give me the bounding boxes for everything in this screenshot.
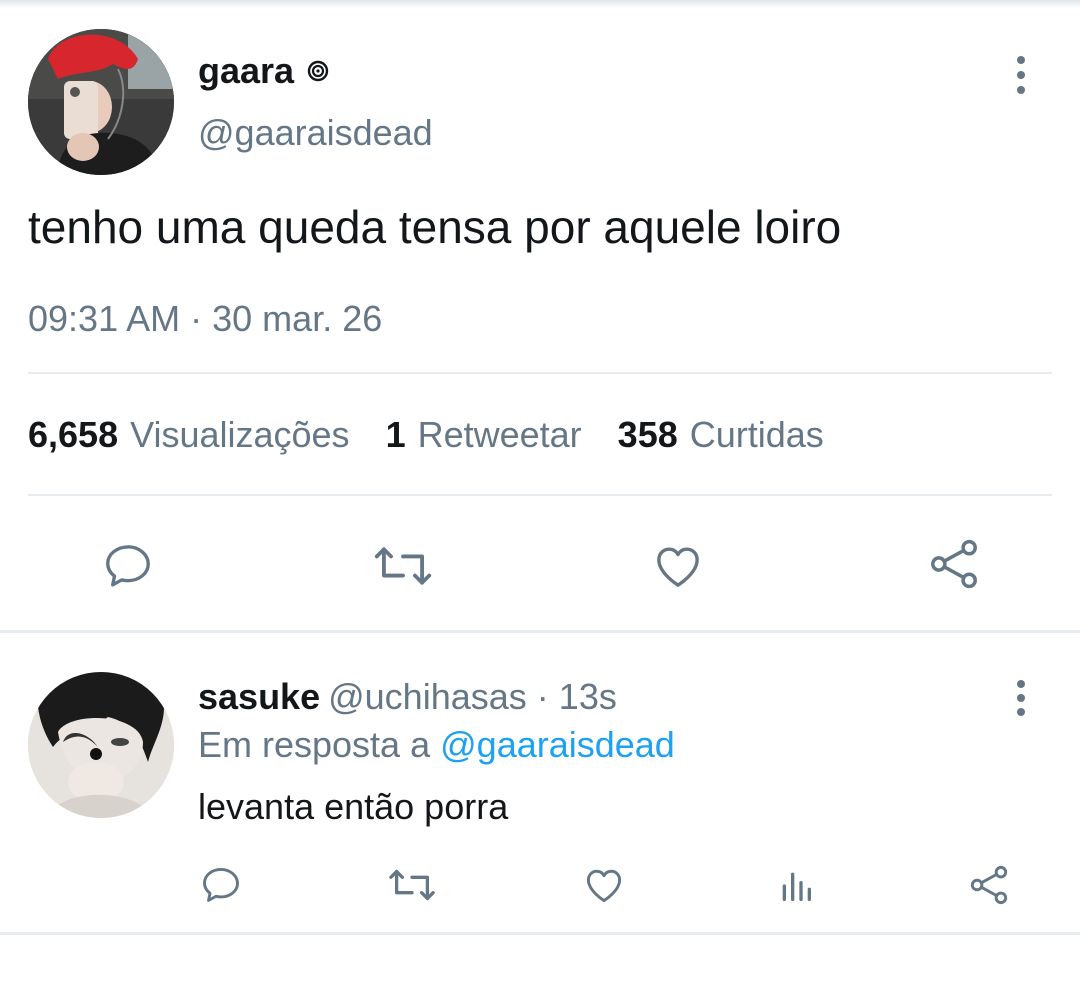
like-icon xyxy=(586,869,622,903)
likes-count: 358 xyxy=(617,414,678,455)
analytics-icon xyxy=(782,872,811,901)
share-icon xyxy=(931,539,977,589)
share-icon xyxy=(970,865,1008,905)
spiral-icon xyxy=(307,60,329,82)
retweets-stat[interactable]: 1 Retweetar xyxy=(386,414,582,456)
retweets-count: 1 xyxy=(385,414,406,455)
tweet-meta: 09:31 AM · 30 mar. 26 xyxy=(28,298,382,340)
retweet-icon xyxy=(374,547,432,585)
author-row: gaara xyxy=(198,50,330,92)
reply-avatar[interactable] xyxy=(28,672,174,818)
tweet-time: 09:31 AM xyxy=(28,298,181,339)
reply-to-line: Em resposta a @gaaraisdead xyxy=(198,724,675,766)
reply-reply-button[interactable] xyxy=(198,862,244,908)
reply-author-handle[interactable]: @uchihasas xyxy=(328,676,527,717)
likes-stat[interactable]: 358 Curtidas xyxy=(618,414,824,456)
reply-analytics-button[interactable] xyxy=(774,864,818,908)
retweets-label: Retweetar xyxy=(417,414,582,455)
retweet-icon xyxy=(389,869,435,901)
meta-separator: · xyxy=(190,298,203,339)
reply-to-handle-link[interactable]: @gaaraisdead xyxy=(440,724,675,765)
reply-share-button[interactable] xyxy=(966,862,1012,908)
author-handle[interactable]: @gaaraisdead xyxy=(198,112,433,154)
reply-text: levanta então porra xyxy=(198,786,509,827)
author-name[interactable]: gaara xyxy=(198,50,294,92)
likes-label: Curtidas xyxy=(689,414,824,455)
divider xyxy=(28,372,1052,374)
reply-to-label: Em resposta a xyxy=(198,724,431,765)
like-button[interactable] xyxy=(648,536,708,596)
tweet-stats: 6,658 Visualizações 1 Retweetar 358 Curtida… xyxy=(28,414,860,456)
views-count: 6,658 xyxy=(28,414,119,455)
retweet-button[interactable] xyxy=(370,536,436,596)
reply-separator: · xyxy=(536,676,549,717)
avatar-photo xyxy=(28,672,174,818)
views-stat: 6,658 Visualizações xyxy=(28,414,350,456)
like-icon xyxy=(657,547,699,587)
reply-button[interactable] xyxy=(98,536,158,596)
reply-more-options-icon[interactable] xyxy=(1011,680,1031,716)
avatar-photo xyxy=(28,29,174,175)
divider xyxy=(28,494,1052,496)
reply-time: 13s xyxy=(558,676,617,717)
reply-icon xyxy=(203,867,239,902)
reply-header: sasuke @uchihasas · 13s xyxy=(198,676,617,718)
avatar[interactable] xyxy=(28,29,174,175)
reply-retweet-button[interactable] xyxy=(386,862,438,908)
tweet-text: tenho uma queda tensa por aquele loiro xyxy=(28,201,842,253)
reply-icon xyxy=(106,545,150,587)
share-button[interactable] xyxy=(924,534,984,594)
main-tweet: gaara @gaaraisdead tenho uma queda tensa… xyxy=(0,0,1080,632)
more-options-icon[interactable] xyxy=(1011,56,1031,94)
tweet-date: 30 mar. 26 xyxy=(212,298,383,339)
bottom-divider xyxy=(0,932,1080,935)
views-label: Visualizações xyxy=(130,414,350,455)
reply-like-button[interactable] xyxy=(580,862,628,908)
section-divider xyxy=(0,630,1080,633)
reply-author-name[interactable]: sasuke xyxy=(198,676,320,717)
